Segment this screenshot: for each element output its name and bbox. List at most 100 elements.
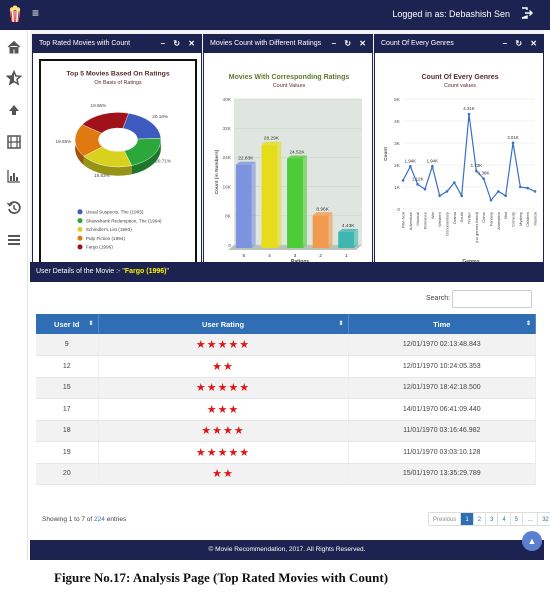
list-icon[interactable] — [6, 232, 22, 248]
search-label: Search: — [426, 295, 451, 302]
details-movie-name: Fargo (1996) — [124, 268, 167, 275]
x-tick-label: Adventure — [408, 211, 413, 230]
back-to-top-button[interactable]: ▲ — [522, 531, 542, 551]
page-link[interactable]: Previous — [429, 513, 462, 525]
table-row[interactable]: 15 ★★★★★ 12/01/1970 18:42:18.500 — [36, 377, 536, 399]
close-icon[interactable]: ✕ — [359, 39, 366, 48]
table-row[interactable]: 18 ★★★★ 11/01/1970 03:16:46.982 — [36, 420, 536, 442]
refresh-icon[interactable]: ↻ — [173, 39, 180, 48]
legend-entry[interactable]: Shawshank Redemption, The (1994) — [86, 218, 162, 223]
data-point[interactable] — [460, 194, 463, 198]
legend-entry[interactable]: Fargo (1996) — [86, 245, 113, 250]
panel-title: Movies Count with Different Ratings — [210, 40, 322, 47]
data-point[interactable] — [409, 165, 412, 168]
data-point[interactable] — [438, 194, 441, 198]
pie-data-label: 19.65% — [56, 139, 72, 144]
cell-time: 11/01/1970 03:16:46.982 — [348, 420, 536, 442]
page-link[interactable]: 1 — [461, 513, 474, 525]
data-point[interactable] — [401, 179, 405, 182]
sort-icon[interactable]: ⇕ — [526, 320, 531, 327]
x-tick-label: Children — [525, 212, 530, 227]
x-tick-label: South — [459, 212, 464, 222]
panel-header: Top Rated Movies with Count – ↻ ✕ — [33, 35, 201, 53]
page-link[interactable]: 3 — [486, 513, 499, 525]
star-icon[interactable] — [6, 70, 22, 86]
data-point[interactable] — [519, 185, 522, 189]
bar[interactable] — [287, 158, 303, 248]
home-icon[interactable] — [6, 39, 22, 55]
details-header: User Details of the Movie :- "Fargo (199… — [30, 262, 544, 282]
bar[interactable] — [312, 215, 329, 248]
bar[interactable] — [235, 164, 252, 248]
arrow-up-icon[interactable] — [6, 102, 22, 118]
data-point[interactable] — [431, 165, 434, 168]
logout-icon[interactable] — [520, 6, 534, 20]
sort-icon[interactable]: ⇕ — [88, 320, 93, 327]
data-point[interactable] — [489, 198, 493, 202]
page-link[interactable]: 32 — [538, 513, 550, 525]
x-tick-label: Musical — [415, 212, 420, 226]
cell-time: 15/01/1970 13:35:29.789 — [348, 463, 536, 485]
popcorn-logo-icon[interactable] — [8, 5, 22, 23]
rating-stars: ★★★★★ — [195, 446, 251, 459]
table-row[interactable]: 9 ★★★★★ 12/01/1970 02:13:48.843 — [36, 334, 536, 356]
minimize-icon[interactable]: – — [503, 39, 507, 48]
app-window: ≡ Logged in as: Debashish Sen Top Rated … — [0, 0, 550, 594]
refresh-icon[interactable]: ↻ — [344, 39, 351, 48]
point-data-label: 1.94K — [427, 158, 439, 163]
data-point[interactable] — [533, 190, 537, 193]
details-heading-prefix: User Details of the Movie :- " — [36, 268, 125, 275]
legend-entry[interactable]: Schindler's List (1993) — [86, 227, 132, 232]
bar[interactable] — [261, 144, 278, 248]
rating-stars: ★★ — [212, 360, 234, 373]
data-point[interactable] — [511, 141, 515, 145]
table-row[interactable]: 20 ★★ 15/01/1970 13:35:29.789 — [36, 463, 536, 485]
page-link[interactable]: 4 — [498, 513, 511, 525]
data-point[interactable] — [467, 112, 471, 116]
page-link[interactable]: 5 — [510, 513, 524, 525]
column-header-user-id[interactable]: User Id ⇕ — [36, 314, 99, 334]
data-point[interactable] — [423, 187, 427, 191]
refresh-icon[interactable]: ↻ — [515, 39, 522, 48]
details-heading-suffix: " — [166, 268, 169, 275]
history-icon[interactable] — [6, 200, 22, 216]
data-point[interactable] — [497, 190, 500, 193]
x-tick-label: Comedy — [511, 212, 516, 227]
minimize-icon[interactable]: – — [332, 39, 336, 48]
legend-entry[interactable]: Usual Suspects, The (1995) — [86, 210, 144, 215]
data-point[interactable] — [445, 190, 449, 193]
data-point[interactable] — [453, 181, 456, 184]
close-icon[interactable]: ✕ — [188, 39, 195, 48]
page-link[interactable]: … — [523, 513, 539, 525]
table-row[interactable]: 19 ★★★★★ 11/01/1970 03:03:10.128 — [36, 441, 536, 464]
data-point[interactable] — [416, 183, 419, 186]
x-tick-label: (no genres listed) — [474, 211, 479, 243]
minimize-icon[interactable]: – — [161, 39, 165, 48]
sort-icon[interactable]: ⇕ — [338, 320, 343, 327]
cell-time: 11/01/1970 03:03:10.128 — [348, 441, 536, 464]
page-link[interactable]: 2 — [473, 513, 487, 525]
cell-user-rating: ★★★★★ — [98, 377, 349, 399]
column-header-user-rating[interactable]: User Rating ⇕ — [98, 314, 349, 334]
film-icon[interactable] — [6, 134, 22, 150]
bar[interactable] — [338, 231, 355, 248]
y-axis-label: Count — [383, 147, 389, 161]
panel-tools: – ↻ ✕ — [497, 35, 537, 53]
data-point[interactable] — [504, 194, 507, 198]
column-label: User Rating — [201, 319, 245, 329]
x-tick-label: 1 — [345, 253, 348, 259]
column-header-time[interactable]: Time ⇕ — [348, 314, 536, 334]
search-input[interactable] — [452, 290, 532, 308]
table-row[interactable]: 12 ★★ 12/01/1970 10:24:05.353 — [36, 355, 536, 378]
data-point[interactable] — [526, 186, 529, 190]
bar-chart-icon[interactable] — [6, 168, 22, 184]
data-point[interactable] — [482, 177, 485, 180]
legend-entry[interactable]: Pulp Fiction (1994) — [86, 236, 126, 241]
legend-marker — [77, 226, 83, 232]
close-icon[interactable]: ✕ — [530, 39, 537, 48]
menu-toggle-icon[interactable]: ≡ — [32, 6, 39, 20]
x-tick-label: Fantasy — [489, 212, 494, 226]
table-row[interactable]: 17 ★★★ 14/01/1970 06:41:09.440 — [36, 398, 536, 421]
panel-title: Count Of Every Genres — [381, 40, 454, 47]
y-tick-label: 5K — [394, 97, 401, 103]
